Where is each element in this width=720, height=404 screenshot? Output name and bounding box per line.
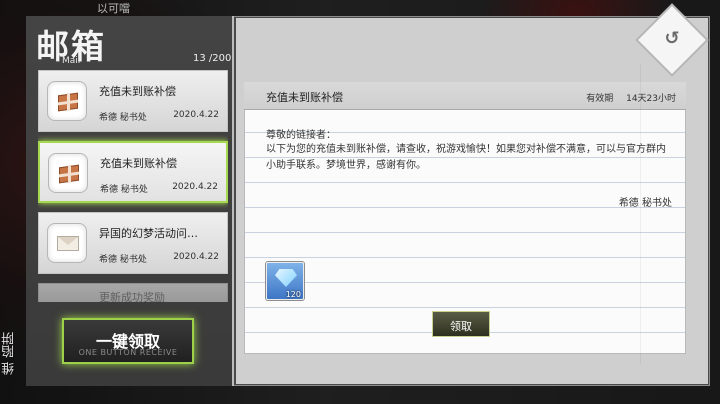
attachment-quantity: 120	[285, 290, 301, 299]
mail-sender: 希德 秘书处	[99, 255, 147, 265]
mail-title: 充值未到账补偿	[100, 157, 177, 170]
mail-body: 以下为您的充值未到账补偿，请查收，祝游戏愉快！如果您对补偿不满意，可以与官方群内…	[266, 144, 666, 171]
mail-title: 异国的幻梦活动问…	[99, 227, 198, 240]
receive-all-button[interactable]: 一键领取 ONE BUTTON RECEIVE	[62, 318, 194, 364]
top-text: 以可噹	[97, 2, 130, 15]
divider	[640, 64, 641, 364]
mail-date: 2020.4.22	[172, 182, 218, 192]
mail-title: 更新成功奖励	[99, 291, 165, 302]
page-subtitle: Mail	[62, 56, 81, 66]
mail-count: 13 /200	[193, 53, 232, 64]
mail-item[interactable]: 异国的幻梦活动问… 希德 秘书处 2020.4.22	[38, 212, 228, 274]
mail-item-selected[interactable]: 充值未到账补偿 希德 秘书处 2020.4.22	[38, 141, 228, 203]
validity-label: 有效期	[586, 94, 614, 104]
left-edge-text: 维 陷阱	[2, 332, 17, 376]
back-arrow-icon: ↺	[664, 28, 680, 49]
mail-detail-header: 充值未到账补偿 有效期 14天23小时	[244, 82, 686, 110]
mail-item[interactable]: 充值未到账补偿 希德 秘书处 2020.4.22	[38, 70, 228, 132]
mail-sender: 希德 秘书处	[99, 113, 147, 123]
claim-button[interactable]: 领取	[432, 311, 490, 337]
mail-sender: 希德 秘书处	[100, 185, 148, 195]
validity-value: 14天23小时	[626, 94, 676, 104]
envelope-icon	[47, 223, 87, 263]
diamond-icon	[275, 269, 297, 287]
gift-icon	[48, 153, 88, 193]
mail-title: 充值未到账补偿	[99, 85, 176, 98]
mail-date: 2020.4.22	[173, 252, 219, 262]
mail-list[interactable]: 充值未到账补偿 希德 秘书处 2020.4.22 充值未到账补偿 希德 秘书处 …	[38, 70, 228, 302]
mail-detail-title: 充值未到账补偿	[266, 91, 343, 104]
mail-signature: 希德 秘书处	[618, 198, 672, 209]
claim-label: 领取	[450, 320, 472, 333]
mail-greeting: 尊敬的链接者：	[266, 130, 336, 141]
receive-all-sublabel: ONE BUTTON RECEIVE	[78, 348, 178, 357]
mail-item[interactable]: 更新成功奖励	[38, 283, 228, 302]
mail-date: 2020.4.22	[173, 110, 219, 120]
validity: 有效期 14天23小时	[576, 91, 676, 104]
attachment-item[interactable]: 120	[266, 262, 304, 300]
gift-icon	[47, 81, 87, 121]
